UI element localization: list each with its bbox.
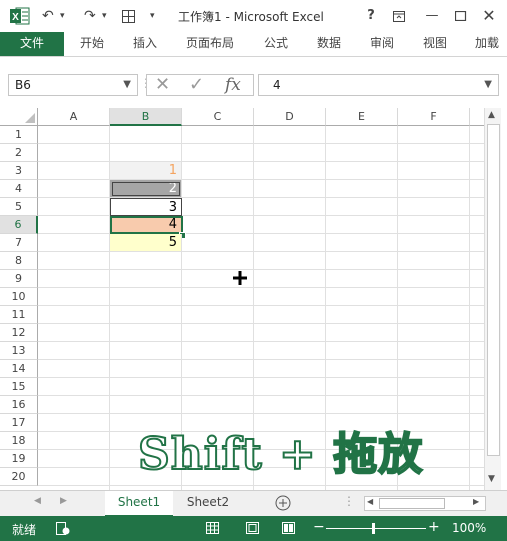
name-box-value: B6 (15, 78, 31, 92)
excel-logo-icon: X (10, 7, 30, 25)
zoom-level[interactable]: 100% (452, 521, 486, 535)
tab-review[interactable]: 审阅 (370, 32, 394, 56)
scroll-down-icon[interactable]: ▼ (488, 474, 495, 484)
row-header[interactable]: 10 (0, 288, 38, 306)
formula-value: 4 (273, 78, 281, 92)
tab-insert[interactable]: 插入 (133, 32, 157, 56)
row-header[interactable]: 4 (0, 180, 38, 198)
sheet-tab-bar: ◀ ▶ Sheet1 Sheet2 ⋮ ◀ ▶ (0, 490, 507, 518)
borders-icon[interactable] (122, 10, 135, 23)
column-header-g-partial[interactable] (470, 108, 484, 126)
scroll-up-icon[interactable]: ▲ (488, 110, 495, 120)
undo-icon[interactable]: ↶ (42, 6, 54, 26)
redo-dropdown-icon[interactable]: ▾ (102, 6, 107, 26)
row-header[interactable]: 8 (0, 252, 38, 270)
scroll-thumb[interactable] (487, 124, 500, 456)
row-header[interactable]: 11 (0, 306, 38, 324)
cancel-icon[interactable]: ✕ (155, 74, 170, 96)
svg-text:X: X (12, 12, 19, 23)
page-break-view-icon[interactable] (282, 522, 295, 534)
insert-function-button[interactable]: fx (225, 74, 241, 96)
prev-sheet-icon[interactable]: ◀ (34, 496, 41, 506)
row-header[interactable]: 5 (0, 198, 38, 216)
name-box[interactable]: B6 ▼ (8, 74, 138, 96)
row-header[interactable]: 16 (0, 396, 38, 414)
formula-bar: B6 ▼ ⋮ ✕ ✓ fx 4 ▼ (0, 70, 507, 102)
formula-buttons: ✕ ✓ fx (146, 74, 254, 96)
row-header[interactable]: 18 (0, 432, 38, 450)
status-bar: 就绪 − + 100% (0, 516, 507, 541)
cell-b5[interactable]: 3 (110, 198, 182, 216)
macro-record-icon[interactable] (56, 522, 70, 535)
row-header[interactable]: 14 (0, 360, 38, 378)
tab-file[interactable]: 文件 (0, 32, 64, 56)
cell-b3[interactable]: 1 (110, 162, 182, 180)
ribbon-display-icon[interactable] (393, 11, 411, 22)
row-header[interactable]: 6 (0, 216, 38, 234)
cell-b6-active[interactable]: 4 (110, 216, 183, 234)
maximize-icon[interactable] (455, 11, 473, 21)
tab-data[interactable]: 数据 (317, 32, 341, 56)
customize-qat-icon[interactable]: ▾ (150, 6, 155, 26)
undo-dropdown-icon[interactable]: ▾ (60, 6, 65, 26)
vertical-scrollbar[interactable]: ▲ ▼ (484, 108, 501, 490)
select-all-icon (25, 113, 35, 123)
row-header[interactable]: 19 (0, 450, 38, 468)
cell-b7[interactable]: 5 (110, 234, 182, 252)
row-header[interactable]: 20 (0, 468, 38, 486)
expand-formula-icon[interactable]: ▼ (484, 75, 492, 95)
row-header[interactable]: 15 (0, 378, 38, 396)
tab-page-layout[interactable]: 页面布局 (186, 32, 234, 56)
row-header[interactable]: 17 (0, 414, 38, 432)
enter-icon[interactable]: ✓ (189, 74, 204, 96)
column-header-f[interactable]: F (398, 108, 470, 126)
row-header[interactable]: 3 (0, 162, 38, 180)
help-button[interactable]: ? (362, 6, 380, 26)
tab-home[interactable]: 开始 (80, 32, 104, 56)
status-ready: 就绪 (12, 523, 37, 537)
column-header-b[interactable]: B (110, 108, 182, 126)
zoom-slider-thumb[interactable] (372, 523, 375, 534)
tab-view[interactable]: 视图 (423, 32, 447, 56)
window-title: 工作簿1 - Microsoft Excel (178, 10, 324, 24)
overlay-caption: Shift + 拖放 (137, 428, 424, 481)
ribbon-tabs: 文件 开始 插入 页面布局 公式 数据 审阅 视图 加载 (0, 32, 507, 57)
row-header[interactable]: 1 (0, 126, 38, 144)
normal-view-icon[interactable] (206, 522, 219, 534)
title-bar: X ↶ ▾ ↷ ▾ ▾ 工作簿1 - Microsoft Excel ? — ✕ (0, 0, 507, 32)
row-header[interactable]: 9 (0, 270, 38, 288)
column-header-a[interactable]: A (38, 108, 110, 126)
sheet-tab-sheet1[interactable]: Sheet1 (105, 491, 173, 518)
row-header[interactable]: 12 (0, 324, 38, 342)
redo-icon[interactable]: ↷ (84, 6, 96, 26)
close-icon[interactable]: ✕ (480, 6, 498, 26)
scroll-right-icon[interactable]: ▶ (473, 497, 479, 506)
formula-input[interactable]: 4 ▼ (258, 74, 499, 96)
next-sheet-icon[interactable]: ▶ (60, 496, 67, 506)
tab-addins[interactable]: 加载 (475, 32, 507, 56)
column-header-c[interactable]: C (182, 108, 254, 126)
tab-formulas[interactable]: 公式 (264, 32, 288, 56)
column-header-e[interactable]: E (326, 108, 398, 126)
zoom-in-icon[interactable]: + (428, 519, 440, 535)
chevron-down-icon[interactable]: ▼ (123, 75, 131, 95)
page-layout-view-icon[interactable] (246, 522, 259, 534)
new-sheet-icon[interactable] (275, 495, 291, 511)
tab-splitter-icon[interactable]: ⋮ (343, 494, 355, 508)
sheet-tab-sheet2[interactable]: Sheet2 (176, 491, 240, 515)
column-header-d[interactable]: D (254, 108, 326, 126)
minimize-icon[interactable]: — (423, 6, 441, 26)
hscroll-thumb[interactable] (379, 498, 445, 509)
select-all-corner[interactable] (0, 108, 38, 126)
zoom-slider-track[interactable] (326, 528, 426, 529)
row-header[interactable]: 13 (0, 342, 38, 360)
scroll-left-icon[interactable]: ◀ (367, 497, 373, 506)
row-header[interactable]: 7 (0, 234, 38, 252)
cell-b4[interactable]: 2 (110, 180, 182, 198)
row-header[interactable]: 2 (0, 144, 38, 162)
move-cursor-icon (233, 271, 247, 285)
zoom-out-icon[interactable]: − (313, 519, 325, 535)
horizontal-scrollbar[interactable]: ◀ ▶ (364, 496, 486, 511)
